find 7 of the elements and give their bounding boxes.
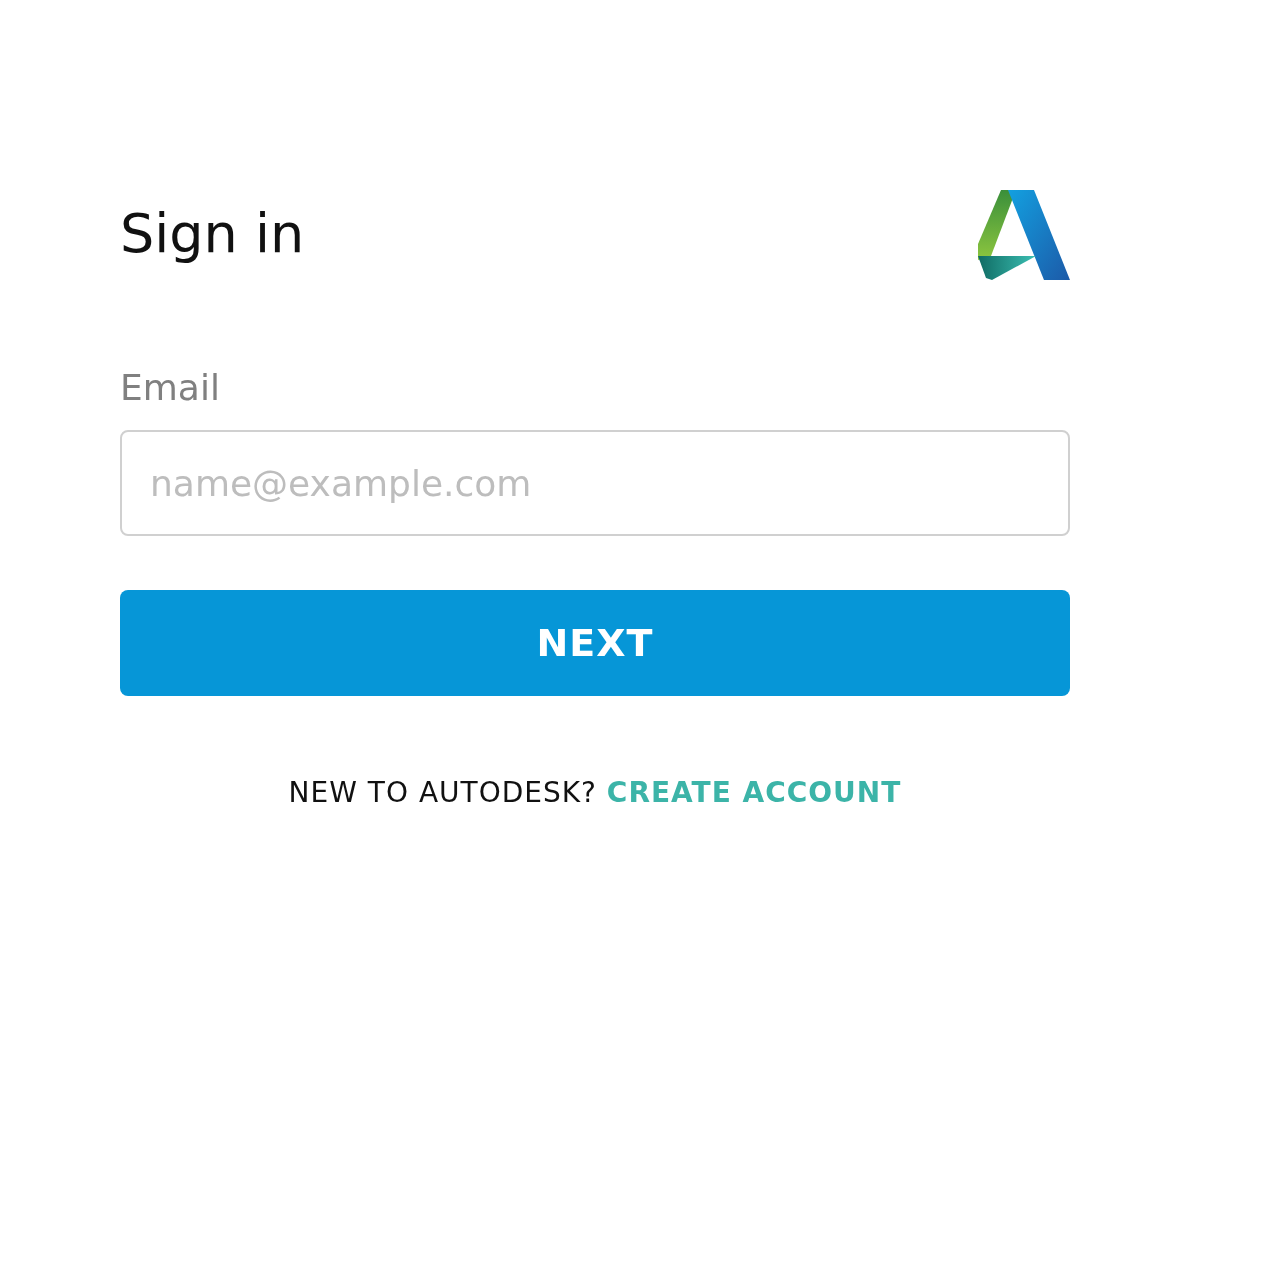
page-title: Sign in <box>120 207 305 261</box>
create-account-prompt: NEW TO AUTODESK? CREATE ACCOUNT <box>287 775 903 811</box>
next-button[interactable]: NEXT <box>120 590 1070 696</box>
create-account-link[interactable]: CREATE ACCOUNT <box>606 776 902 809</box>
email-field[interactable]: name@example.com <box>120 430 1070 536</box>
email-label: Email <box>120 370 221 406</box>
logo-icon <box>978 188 1070 280</box>
